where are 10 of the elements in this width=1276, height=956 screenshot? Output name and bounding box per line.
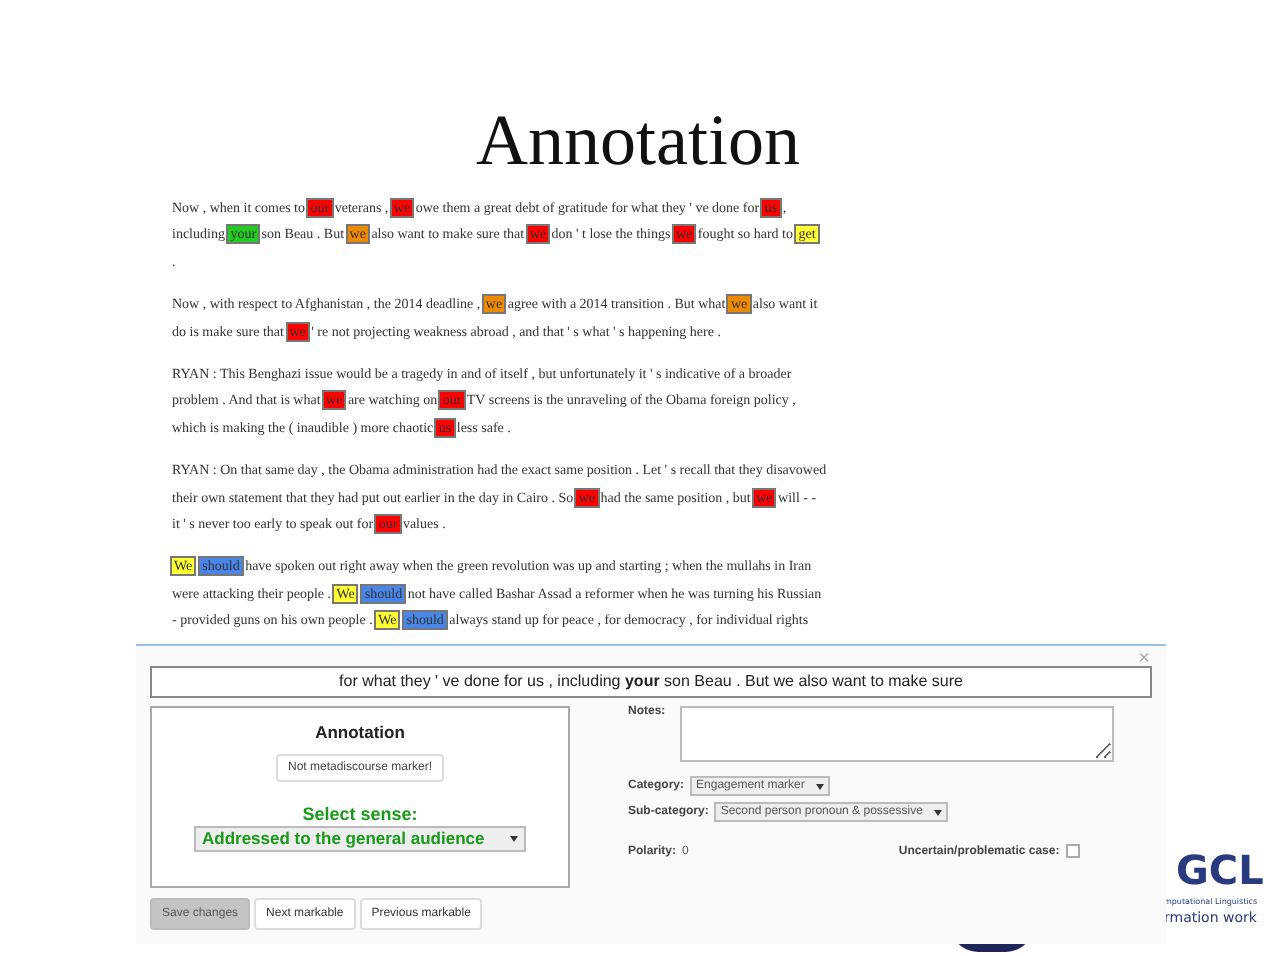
caret-icon [816, 783, 825, 789]
sense-label: Select sense: [302, 804, 418, 824]
context-sentence: for what they ' ve done for us , including your son Beau . But we also want to make sure [150, 666, 1152, 698]
caret-icon [934, 809, 943, 815]
panel-title: Annotation [315, 722, 405, 742]
slide-title: Annotation [474, 98, 802, 180]
notes-field[interactable] [679, 706, 1114, 762]
logo-letters: GCL [1176, 846, 1266, 894]
caret-icon [510, 836, 518, 842]
uncertain-checkbox[interactable] [1065, 844, 1080, 858]
